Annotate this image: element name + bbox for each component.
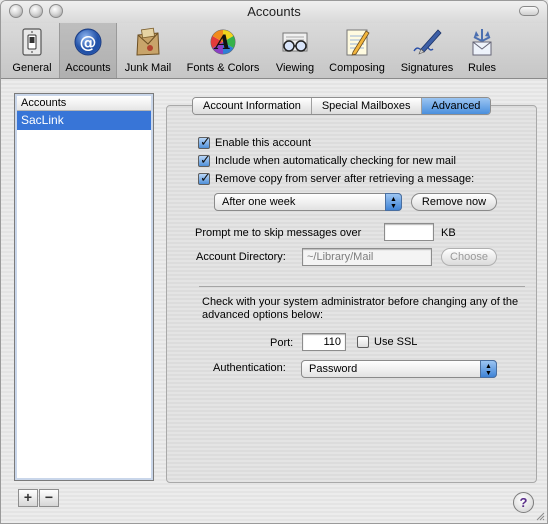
toolbar-label: Rules <box>467 62 497 74</box>
checkmark-icon: ✓ <box>200 170 211 185</box>
remove-account-button[interactable]: − <box>39 489 59 507</box>
toolbar-item-signatures[interactable]: Signatures <box>395 23 459 78</box>
pen-signature-icon <box>413 29 442 55</box>
tab-bar: Account Information Special Mailboxes Ad… <box>192 97 492 115</box>
svg-text:A: A <box>213 30 231 54</box>
window-title: Accounts <box>247 4 301 19</box>
account-directory-label: Account Directory: <box>196 251 286 263</box>
accounts-list[interactable]: Accounts SacLink <box>14 93 154 481</box>
account-directory-field: ~/Library/Mail <box>302 248 432 266</box>
choose-directory-button: Choose <box>441 248 497 266</box>
checkbox-label: Remove copy from server after retrieving… <box>215 173 475 185</box>
remove-copy-checkbox[interactable]: ✓ Remove copy from server after retrievi… <box>198 170 475 186</box>
toolbar-label: General <box>12 62 52 74</box>
toolbar-label: Fonts & Colors <box>186 62 260 74</box>
popup-value: Password <box>309 363 358 375</box>
checkmark-icon: ✓ <box>200 152 211 167</box>
checkbox-box[interactable] <box>357 336 369 348</box>
toolbar-item-accounts[interactable]: @ Accounts <box>59 23 117 78</box>
toolbar-item-rules[interactable]: Rules <box>461 23 503 78</box>
toolbar-label: Junk Mail <box>124 62 172 74</box>
remove-now-button[interactable]: Remove now <box>411 193 497 211</box>
checkbox-label: Include when automatically checking for … <box>215 155 456 167</box>
admin-note: Check with your system administrator bef… <box>202 296 519 321</box>
checkbox-box[interactable]: ✓ <box>198 170 211 185</box>
authentication-popup[interactable]: Password ▲ ▼ <box>301 360 497 378</box>
notepad-pencil-icon <box>346 29 370 56</box>
preferences-window: Accounts General @ Accounts Junk Mail A … <box>0 0 548 524</box>
toolbar-label: Composing <box>329 62 385 74</box>
add-account-button[interactable]: + <box>18 489 38 507</box>
skip-size-field[interactable] <box>384 223 434 241</box>
separator <box>199 286 525 287</box>
rules-envelope-icon <box>472 29 492 56</box>
light-switch-icon <box>22 28 42 56</box>
port-field[interactable]: 110 <box>302 333 346 351</box>
help-button[interactable]: ? <box>513 492 534 513</box>
port-label: Port: <box>270 337 294 349</box>
toolbar-label: Accounts <box>65 62 111 74</box>
junk-mail-icon <box>136 27 160 56</box>
checkbox-box[interactable]: ✓ <box>198 152 211 167</box>
toolbar-label: Signatures <box>400 62 454 74</box>
toolbar-item-junk-mail[interactable]: Junk Mail <box>119 23 177 78</box>
skip-unit-label: KB <box>441 227 456 239</box>
eyeglasses-icon <box>282 32 308 52</box>
toolbar-label: Viewing <box>275 62 315 74</box>
popup-arrows-icon: ▲ ▼ <box>480 360 497 378</box>
remove-when-popup[interactable]: After one week ▲ ▼ <box>214 193 402 211</box>
include-checking-checkbox[interactable]: ✓ Include when automatically checking fo… <box>198 152 456 168</box>
toolbar-item-viewing[interactable]: Viewing <box>269 23 321 78</box>
resize-grip-icon[interactable] <box>535 511 545 521</box>
enable-account-checkbox[interactable]: ✓ Enable this account <box>198 134 312 150</box>
preferences-toolbar: General @ Accounts Junk Mail A Fonts & C… <box>1 23 547 79</box>
toolbar-toggle-button[interactable] <box>519 6 539 16</box>
toolbar-item-composing[interactable]: Composing <box>323 23 391 78</box>
checkbox-label: Use SSL <box>374 336 418 348</box>
title-bar[interactable]: Accounts <box>1 1 547 23</box>
at-sign-icon: @ <box>74 28 102 56</box>
popup-arrows-icon: ▲ ▼ <box>385 193 402 211</box>
toolbar-item-fonts-colors[interactable]: A Fonts & Colors <box>181 23 265 78</box>
use-ssl-checkbox[interactable]: Use SSL <box>357 335 417 349</box>
tab-account-information[interactable]: Account Information <box>193 98 312 114</box>
authentication-label: Authentication: <box>213 362 286 374</box>
tab-advanced[interactable]: Advanced <box>421 98 491 114</box>
checkmark-icon: ✓ <box>200 134 211 149</box>
skip-prompt-label: Prompt me to skip messages over <box>195 227 362 239</box>
checkbox-box[interactable]: ✓ <box>198 134 211 149</box>
popup-value: After one week <box>222 196 296 208</box>
checkbox-label: Enable this account <box>215 137 312 149</box>
list-item[interactable]: SacLink <box>17 111 151 130</box>
fonts-colors-icon: A <box>210 29 236 55</box>
svg-text:@: @ <box>80 33 97 53</box>
tab-special-mailboxes[interactable]: Special Mailboxes <box>311 98 422 114</box>
accounts-list-header[interactable]: Accounts <box>17 96 151 111</box>
toolbar-item-general[interactable]: General <box>7 23 57 78</box>
